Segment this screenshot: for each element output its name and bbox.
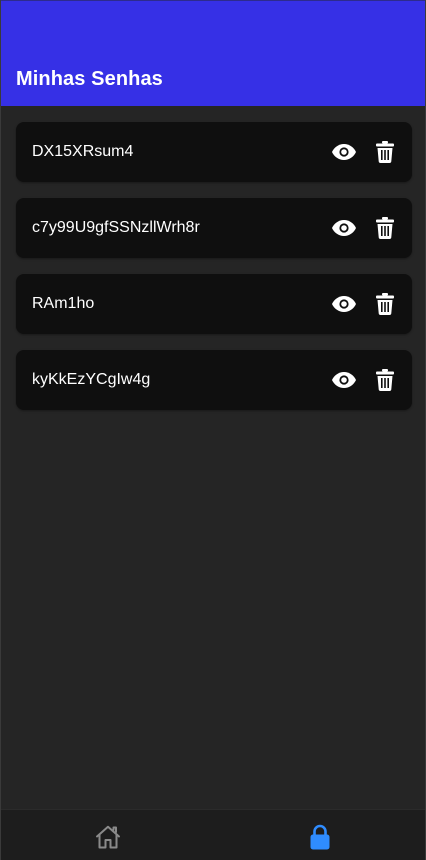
lock-icon bbox=[310, 824, 330, 850]
password-card: kyKkEzYCgIw4g bbox=[16, 350, 412, 410]
delete-password-button[interactable] bbox=[376, 140, 394, 164]
bottom-navigation bbox=[1, 809, 425, 860]
delete-password-button[interactable] bbox=[376, 292, 394, 316]
view-password-button[interactable] bbox=[331, 216, 357, 240]
password-list: DX15XRsum4 c7y99U9gfSSNzllWrh8r RAm1ho k… bbox=[16, 122, 412, 426]
eye-icon bbox=[332, 296, 356, 312]
nav-home-tab[interactable] bbox=[93, 822, 123, 852]
password-card: c7y99U9gfSSNzllWrh8r bbox=[16, 198, 412, 258]
eye-icon bbox=[332, 144, 356, 160]
trash-icon bbox=[376, 217, 394, 239]
password-text: kyKkEzYCgIw4g bbox=[32, 371, 151, 388]
view-password-button[interactable] bbox=[331, 292, 357, 316]
password-text: RAm1ho bbox=[32, 295, 95, 312]
trash-icon bbox=[376, 141, 394, 163]
password-card: DX15XRsum4 bbox=[16, 122, 412, 182]
password-text: c7y99U9gfSSNzllWrh8r bbox=[32, 219, 200, 236]
delete-password-button[interactable] bbox=[376, 368, 394, 392]
trash-icon bbox=[376, 369, 394, 391]
password-card: RAm1ho bbox=[16, 274, 412, 334]
eye-icon bbox=[332, 372, 356, 388]
eye-icon bbox=[332, 220, 356, 236]
app-header: Minhas Senhas bbox=[1, 0, 425, 106]
delete-password-button[interactable] bbox=[376, 216, 394, 240]
password-text: DX15XRsum4 bbox=[32, 143, 134, 160]
trash-icon bbox=[376, 293, 394, 315]
view-password-button[interactable] bbox=[331, 140, 357, 164]
nav-passwords-tab[interactable] bbox=[305, 822, 335, 852]
app-screen: Minhas Senhas DX15XRsum4 c7y99U9gfSSNzll… bbox=[0, 0, 426, 860]
view-password-button[interactable] bbox=[331, 368, 357, 392]
page-title: Minhas Senhas bbox=[16, 68, 163, 90]
home-icon bbox=[96, 825, 120, 849]
